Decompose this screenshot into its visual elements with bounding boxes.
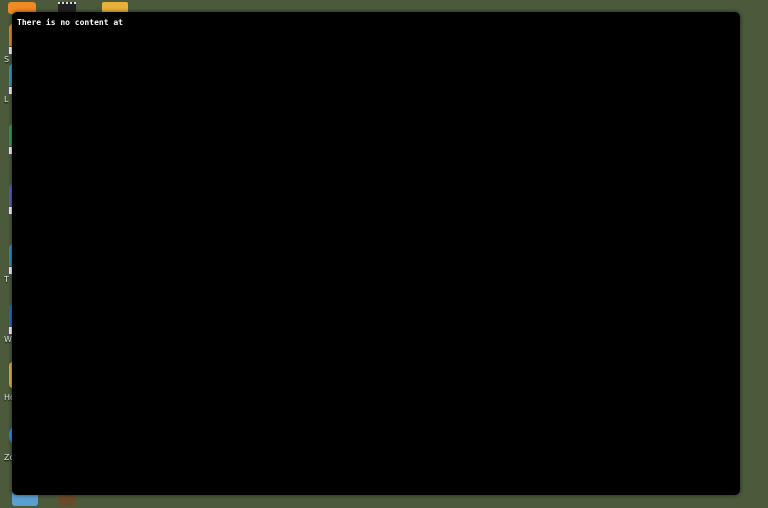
folder-icon-top[interactable] <box>102 2 128 12</box>
terminal-output: There is no content at <box>17 18 123 27</box>
terminal-window[interactable]: There is no content at <box>12 12 740 495</box>
